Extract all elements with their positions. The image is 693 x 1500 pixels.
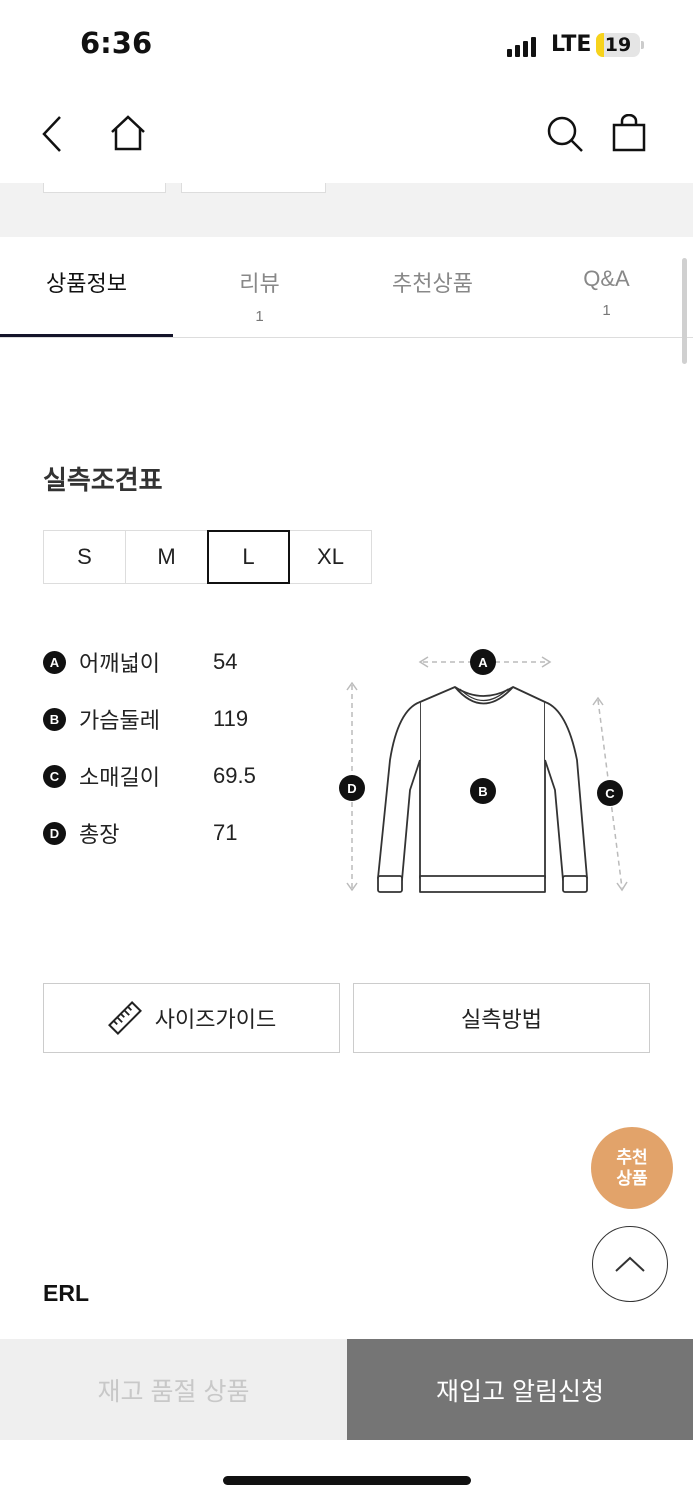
home-icon[interactable] — [108, 114, 148, 152]
diagram-badge-c: C — [605, 786, 615, 801]
measure-label: 어깨넓이 — [79, 651, 160, 676]
active-tab-indicator — [0, 334, 173, 337]
sweater-diagram: A B C D — [339, 649, 628, 893]
section-title: 실측조견표 — [43, 465, 163, 495]
measure-value: 119 — [213, 706, 249, 731]
measure-badge: D — [43, 821, 66, 845]
bottom-action-bar: 재고 품절 상품 재입고 알림신청 — [0, 1339, 693, 1440]
soldout-status: 재고 품절 상품 — [0, 1339, 347, 1440]
network-label: LTE — [551, 32, 592, 57]
ruler-icon — [107, 1001, 142, 1035]
recommend-line1: 추천 — [616, 1148, 648, 1167]
tab-label: 리뷰 — [239, 271, 280, 296]
measure-badge: C — [43, 764, 66, 788]
size-selector: S M L XL — [43, 530, 372, 584]
recommend-float-button[interactable]: 추천 상품 — [591, 1127, 673, 1209]
measure-value: 71 — [213, 820, 238, 845]
measure-label: 소매길이 — [79, 765, 160, 790]
size-guide-label: 사이즈가이드 — [154, 1007, 277, 1032]
diagram-badge-d: D — [347, 781, 356, 796]
size-option-l[interactable]: L — [207, 530, 290, 584]
battery-tip — [641, 41, 644, 49]
chevron-up-icon — [615, 1256, 645, 1272]
tab-count: 1 — [602, 302, 611, 319]
tab-count: 1 — [255, 308, 264, 325]
tab-label: 상품정보 — [46, 271, 127, 296]
status-time: 6:36 — [80, 26, 153, 60]
battery-icon: 19 — [596, 33, 640, 57]
signal-icon — [507, 37, 536, 57]
tab-qna[interactable]: Q&A 1 — [520, 237, 693, 319]
measure-badge: B — [43, 707, 66, 731]
chevron-left-icon[interactable] — [38, 114, 68, 154]
tab-recommended[interactable]: 추천상품 — [346, 237, 519, 308]
measurement-row: C 소매길이 69.5 — [43, 760, 256, 792]
tab-label: Q&A — [583, 266, 630, 291]
measure-method-button[interactable]: 실측방법 — [353, 983, 650, 1053]
measure-value: 69.5 — [213, 763, 256, 788]
shopping-bag-icon[interactable] — [612, 114, 646, 152]
restock-alert-button[interactable]: 재입고 알림신청 — [347, 1339, 693, 1440]
brand-name: ERL — [43, 1280, 89, 1306]
scrollbar[interactable] — [682, 258, 687, 364]
search-icon[interactable] — [545, 114, 585, 154]
measure-value: 54 — [213, 649, 238, 674]
size-option-xl[interactable]: XL — [289, 530, 372, 584]
size-guide-button[interactable]: 사이즈가이드 — [43, 983, 340, 1053]
measurement-row: D 총장 71 — [43, 817, 237, 849]
battery-level: 19 — [604, 34, 632, 56]
size-option-s[interactable]: S — [43, 530, 126, 584]
tab-product-info[interactable]: 상품정보 — [0, 237, 173, 308]
home-indicator — [223, 1476, 471, 1485]
measurement-row: A 어깨넓이 54 — [43, 646, 237, 678]
tab-bar: 상품정보 리뷰 1 추천상품 Q&A 1 — [0, 237, 693, 338]
measure-label: 가슴둘레 — [79, 708, 160, 733]
tab-label: 추천상품 — [392, 271, 473, 296]
measurement-row: B 가슴둘레 119 — [43, 703, 248, 735]
diagram-badge-b: B — [478, 784, 487, 799]
size-option-m[interactable]: M — [125, 530, 208, 584]
option-box-partial — [43, 183, 166, 193]
diagram-badge-a: A — [478, 655, 488, 670]
recommend-line2: 상품 — [616, 1169, 648, 1188]
measure-badge: A — [43, 650, 66, 674]
measure-label: 총장 — [79, 822, 120, 847]
measure-method-label: 실측방법 — [461, 1007, 542, 1032]
option-box-partial — [181, 183, 326, 193]
tab-review[interactable]: 리뷰 1 — [173, 237, 346, 325]
scroll-top-button[interactable] — [592, 1226, 668, 1302]
